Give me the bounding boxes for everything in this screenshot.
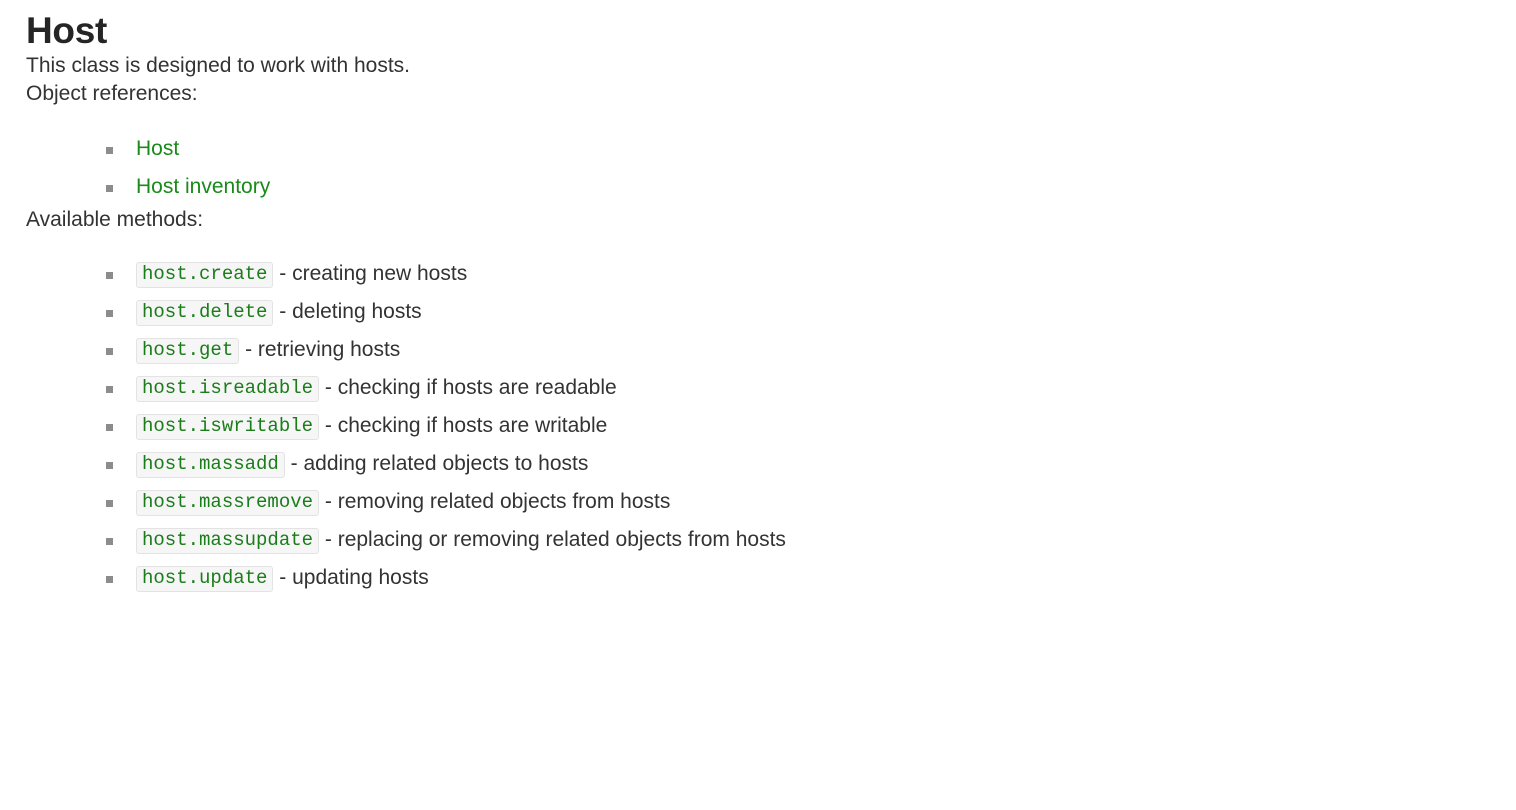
intro-paragraph: This class is designed to work with host… xyxy=(26,54,410,77)
object-references-list: Host Host inventory xyxy=(26,108,1516,206)
method-code-link[interactable]: host.isreadable xyxy=(136,376,320,402)
list-item: host.massupdate - replacing or removing … xyxy=(26,521,1516,559)
method-description: - replacing or removing related objects … xyxy=(324,528,786,551)
page-title: Host xyxy=(26,10,108,51)
method-description: - removing related objects from hosts xyxy=(324,490,671,513)
list-item: host.update - updating hosts xyxy=(26,559,1516,597)
available-methods-heading: Available methods: xyxy=(26,208,204,231)
square-bullet-icon xyxy=(106,462,113,469)
method-description: - deleting hosts xyxy=(279,300,422,323)
list-item: Host inventory xyxy=(26,168,1516,206)
method-description: - retrieving hosts xyxy=(245,338,401,361)
method-description: - adding related objects to hosts xyxy=(290,452,589,475)
method-code-link[interactable]: host.update xyxy=(136,566,274,592)
list-item: host.delete - deleting hosts xyxy=(26,293,1516,331)
object-reference-link[interactable]: Host inventory xyxy=(136,175,270,198)
square-bullet-icon xyxy=(106,386,113,393)
available-methods-list: host.create - creating new hosts host.del… xyxy=(26,234,1516,597)
square-bullet-icon xyxy=(106,424,113,431)
list-item: host.massremove - removing related objec… xyxy=(26,483,1516,521)
list-item: host.isreadable - checking if hosts are … xyxy=(26,369,1516,407)
list-item: host.create - creating new hosts xyxy=(26,255,1516,293)
object-reference-link[interactable]: Host xyxy=(136,137,179,160)
object-references-heading: Object references: xyxy=(26,82,198,105)
list-item: host.iswritable - checking if hosts are … xyxy=(26,407,1516,445)
square-bullet-icon xyxy=(106,576,113,583)
method-code-link[interactable]: host.iswritable xyxy=(136,414,320,440)
method-code-link[interactable]: host.massremove xyxy=(136,490,320,516)
documentation-page: Host This class is designed to work with… xyxy=(0,0,1516,597)
method-code-link[interactable]: host.massadd xyxy=(136,452,285,478)
method-description: - updating hosts xyxy=(279,566,429,589)
square-bullet-icon xyxy=(106,147,113,154)
method-code-link[interactable]: host.create xyxy=(136,262,274,288)
list-item: Host xyxy=(26,130,1516,168)
method-code-link[interactable]: host.massupdate xyxy=(136,528,320,554)
square-bullet-icon xyxy=(106,185,113,192)
method-description: - checking if hosts are writable xyxy=(324,414,608,437)
list-item: host.get - retrieving hosts xyxy=(26,331,1516,369)
square-bullet-icon xyxy=(106,272,113,279)
square-bullet-icon xyxy=(106,538,113,545)
method-code-link[interactable]: host.get xyxy=(136,338,240,364)
method-description: - checking if hosts are readable xyxy=(324,376,617,399)
square-bullet-icon xyxy=(106,310,113,317)
list-item: host.massadd - adding related objects to… xyxy=(26,445,1516,483)
method-description: - creating new hosts xyxy=(279,262,468,285)
method-code-link[interactable]: host.delete xyxy=(136,300,274,326)
square-bullet-icon xyxy=(106,348,113,355)
square-bullet-icon xyxy=(106,500,113,507)
